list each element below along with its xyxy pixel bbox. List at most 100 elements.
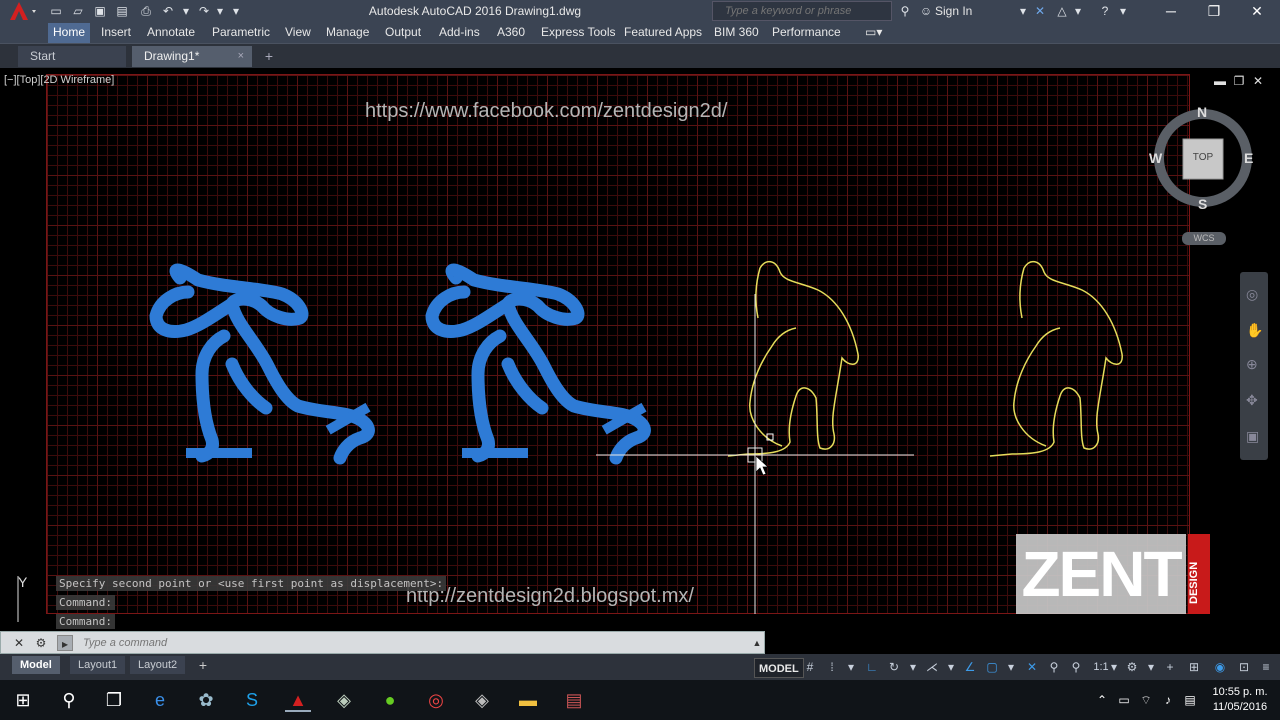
save-as-icon[interactable]: ▤ <box>114 3 130 19</box>
units-icon[interactable]: ⊞ <box>1186 659 1202 675</box>
redo-dropdown-icon[interactable]: ▾ <box>212 3 228 19</box>
object-snap-tracking-icon[interactable]: ∠ <box>962 659 978 675</box>
minimize-window-icon[interactable]: ─ <box>1148 0 1194 22</box>
polar-dropdown-icon[interactable]: ▾ <box>905 659 921 675</box>
crosshair-cursor <box>596 294 914 614</box>
polar-tracking-icon[interactable]: ↻ <box>886 659 902 675</box>
tab-performance[interactable]: Performance <box>767 25 846 42</box>
tab-annotate[interactable]: Annotate <box>142 25 200 42</box>
command-history-line: Command: <box>56 595 115 610</box>
tab-start[interactable]: Start <box>18 46 126 67</box>
clean-screen-icon[interactable]: ⊡ <box>1236 659 1252 675</box>
close-window-icon[interactable]: ✕ <box>1234 0 1280 22</box>
drawing-area[interactable]: [−][Top][2D Wireframe] ▬ ❐ ✕ https://www… <box>0 68 1280 630</box>
app4-icon[interactable]: ◈ <box>469 688 495 712</box>
annotation-visibility-icon[interactable]: ✕ <box>1024 659 1040 675</box>
new-layout-icon[interactable]: + <box>194 656 212 674</box>
object-snap-icon[interactable]: ▢ <box>984 659 1000 675</box>
ortho-mode-icon[interactable]: ∟ <box>864 659 880 675</box>
workspace-dropdown-icon[interactable]: ▾ <box>1143 659 1159 675</box>
battery-icon[interactable]: ▭ <box>1116 692 1132 708</box>
tab-add-ins[interactable]: Add-ins <box>434 25 485 42</box>
recent-commands-icon[interactable]: ▸ <box>57 635 73 651</box>
sign-in-button[interactable]: Sign In <box>935 4 972 18</box>
tab-layout1[interactable]: Layout1 <box>70 656 126 674</box>
open-icon[interactable]: ▱ <box>70 3 86 19</box>
save-icon[interactable]: ▣ <box>92 3 108 19</box>
isolate-objects-icon[interactable]: ◉ <box>1212 659 1228 675</box>
tab-output[interactable]: Output <box>380 25 426 42</box>
show-hidden-icons-icon[interactable]: ⌃ <box>1094 692 1110 708</box>
app3-icon[interactable]: ● <box>377 688 403 712</box>
tab-layout2[interactable]: Layout2 <box>130 656 186 674</box>
tab-a360[interactable]: A360 <box>492 25 530 42</box>
model-space-button[interactable]: MODEL <box>754 658 804 678</box>
tab-bim-360[interactable]: BIM 360 <box>709 25 764 42</box>
customize-command-icon[interactable]: ⚙ <box>33 635 49 651</box>
command-history-toggle-icon[interactable]: ▲ <box>749 635 765 651</box>
plot-icon[interactable]: ⎙ <box>138 3 154 19</box>
customization-icon[interactable]: ≡ <box>1258 659 1274 675</box>
status-bar: Model Layout1 Layout2 + MODEL # ⁞ ▾ ∟ ↻ … <box>0 654 1280 680</box>
close-command-line-icon[interactable]: ✕ <box>11 635 27 651</box>
annotation-monitor-icon[interactable]: + <box>1162 659 1178 675</box>
workspace-switching-icon[interactable]: ⚙ <box>1124 659 1140 675</box>
redo-icon[interactable]: ↷ <box>196 3 212 19</box>
auto-scale-icon[interactable]: ⚲ <box>1046 659 1062 675</box>
tab-view[interactable]: View <box>280 25 316 42</box>
help-search-input[interactable] <box>725 2 893 20</box>
taskbar-clock[interactable]: 10:55 p. m. 11/05/2016 <box>1205 685 1275 715</box>
autocad-taskbar-icon[interactable]: ▲ <box>285 688 311 712</box>
help-dropdown-icon[interactable]: ▾ <box>1115 3 1131 19</box>
tab-home[interactable]: Home <box>48 23 91 43</box>
isodraft-dropdown-icon[interactable]: ▾ <box>943 659 959 675</box>
app-icon[interactable]: ✿ <box>193 688 219 712</box>
command-input[interactable] <box>83 634 683 651</box>
user-icon[interactable]: ☺ <box>918 3 934 19</box>
help-icon[interactable]: ? <box>1097 3 1113 19</box>
sign-in-dropdown-icon[interactable]: ▾ <box>1015 3 1031 19</box>
snap-dropdown-icon[interactable]: ▾ <box>843 659 859 675</box>
tab-model[interactable]: Model <box>12 656 60 674</box>
restore-window-icon[interactable]: ❐ <box>1191 0 1237 22</box>
search-icon[interactable]: ⚲ <box>56 688 82 712</box>
skype-icon[interactable]: S <box>239 688 265 712</box>
object-snap-dropdown-icon[interactable]: ▾ <box>1003 659 1019 675</box>
autocad-app-menu-button[interactable] <box>2 0 38 22</box>
new-drawing-tab-icon[interactable]: + <box>260 47 278 65</box>
tab-parametric[interactable]: Parametric <box>207 25 275 42</box>
task-view-icon[interactable]: ❐ <box>101 688 127 712</box>
windows-start-icon[interactable]: ⊞ <box>10 688 36 712</box>
wifi-icon[interactable]: ⌔ <box>1138 692 1154 708</box>
binoculars-icon[interactable]: ⚲ <box>897 3 913 19</box>
edge-browser-icon[interactable]: e <box>147 688 173 712</box>
notifications-icon[interactable]: ▤ <box>1182 692 1198 708</box>
tab-express-tools[interactable]: Express Tools <box>536 25 620 42</box>
volume-icon[interactable]: ♪ <box>1160 692 1176 708</box>
new-icon[interactable]: ▭ <box>48 3 64 19</box>
tab-featured-apps[interactable]: Featured Apps <box>619 25 707 42</box>
scale-dropdown-icon[interactable]: ▾ <box>1106 659 1122 675</box>
zent-logo-side-text: DESIGN <box>1188 561 1200 604</box>
chrome-icon[interactable]: ◎ <box>423 688 449 712</box>
tab-start-label: Start <box>30 49 56 63</box>
customize-quick-access-icon[interactable]: ▾ <box>228 3 244 19</box>
annotation-scale-icon[interactable]: ⚲ <box>1068 659 1084 675</box>
undo-dropdown-icon[interactable]: ▾ <box>178 3 194 19</box>
help-search-box[interactable] <box>712 1 893 21</box>
tab-insert[interactable]: Insert <box>96 25 136 42</box>
autodesk-360-icon[interactable]: △ <box>1054 3 1070 19</box>
isodraft-icon[interactable]: ⋌ <box>924 659 940 675</box>
close-tab-icon[interactable]: × <box>238 46 244 66</box>
undo-icon[interactable]: ↶ <box>160 3 176 19</box>
exchange-apps-icon[interactable]: ✕ <box>1032 3 1048 19</box>
file-explorer-icon[interactable]: ▬ <box>515 688 541 712</box>
ribbon-minimize-toggle-icon[interactable]: ▭▾ <box>860 25 887 42</box>
tab-drawing1[interactable]: Drawing1* × <box>132 46 252 67</box>
snap-mode-icon[interactable]: ⁞ <box>824 659 840 675</box>
grid-display-icon[interactable]: # <box>802 659 818 675</box>
winrar-icon[interactable]: ▤ <box>561 688 587 712</box>
app2-icon[interactable]: ◈ <box>331 688 357 712</box>
autodesk-360-dropdown-icon[interactable]: ▾ <box>1070 3 1086 19</box>
tab-manage[interactable]: Manage <box>321 25 374 42</box>
